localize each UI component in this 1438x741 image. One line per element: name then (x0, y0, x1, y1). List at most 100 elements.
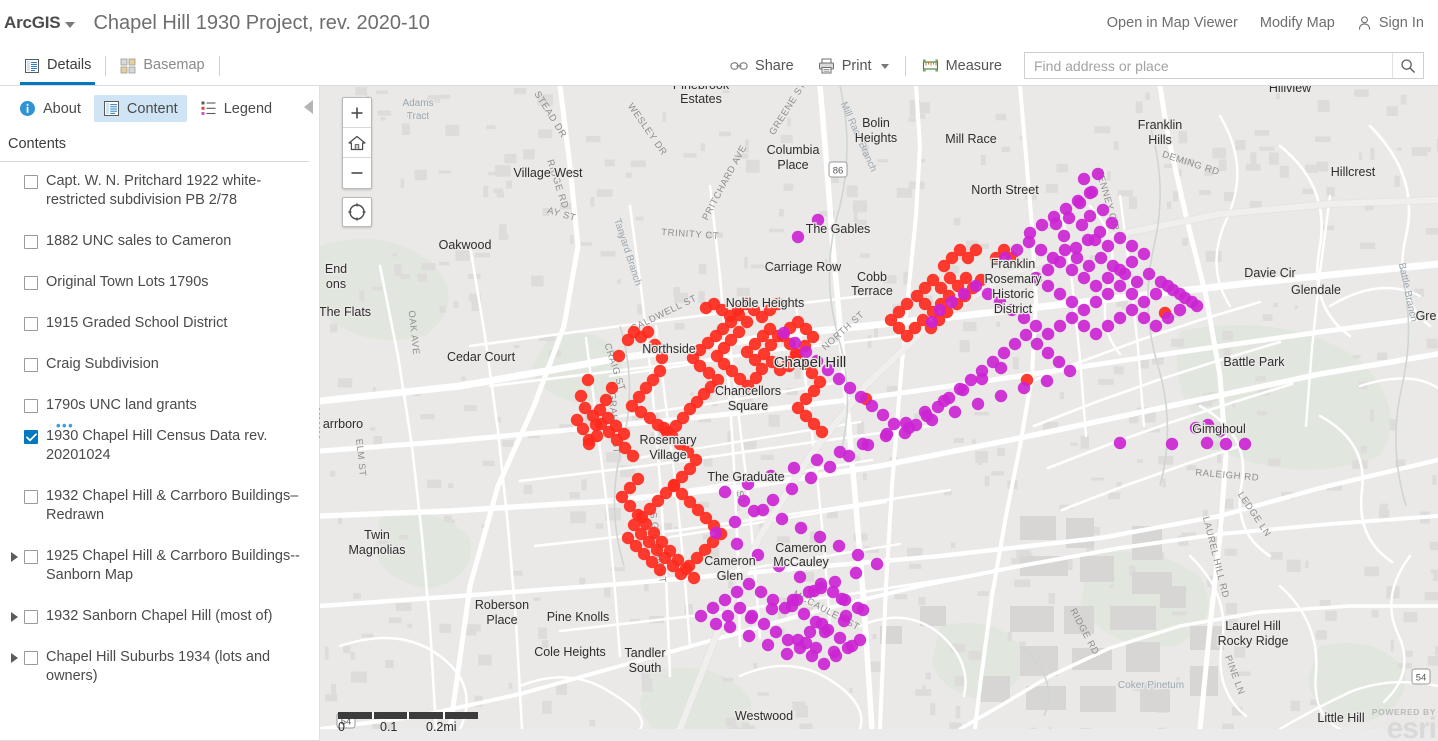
census-data-point[interactable] (839, 609, 853, 623)
census-data-point[interactable] (780, 647, 794, 661)
census-data-point[interactable] (781, 633, 795, 647)
census-data-point[interactable] (899, 416, 913, 430)
census-data-point[interactable] (1105, 216, 1119, 230)
census-data-point[interactable] (1057, 229, 1071, 243)
census-data-point[interactable] (969, 279, 983, 293)
chevron-down-icon[interactable] (65, 21, 76, 28)
census-data-point[interactable] (1017, 381, 1031, 395)
census-data-point[interactable] (1125, 287, 1139, 301)
census-data-point[interactable] (1125, 239, 1139, 253)
census-data-point[interactable] (694, 609, 708, 623)
layer-item[interactable]: 1925 Chapel Hill & Carrboro Buildings--S… (0, 547, 319, 585)
census-data-point[interactable] (975, 372, 989, 386)
census-data-point[interactable] (723, 620, 737, 634)
census-data-point[interactable] (1029, 319, 1043, 333)
expand-layer-triangle-icon[interactable] (11, 552, 18, 562)
census-data-point[interactable] (842, 449, 856, 463)
census-data-point[interactable] (849, 566, 863, 580)
modify-map-link[interactable]: Modify Map (1260, 15, 1335, 31)
census-data-point[interactable] (718, 485, 732, 499)
arcgis-brand-menu[interactable]: ArcGIS (0, 13, 76, 33)
share-button[interactable]: Share (718, 46, 806, 86)
census-data-point[interactable] (1190, 299, 1204, 313)
chevron-down-icon[interactable] (880, 64, 889, 69)
layer-item[interactable]: Original Town Lots 1790s (0, 273, 319, 292)
census-data-point[interactable] (1041, 346, 1055, 360)
census-data-point[interactable] (1137, 295, 1151, 309)
print-button[interactable]: Print (806, 46, 901, 86)
census-data-point[interactable] (1082, 259, 1096, 273)
measure-button[interactable]: Measure (910, 46, 1014, 86)
census-data-point[interactable] (937, 394, 951, 408)
census-data-point[interactable] (997, 346, 1011, 360)
census-data-point[interactable] (814, 577, 828, 591)
census-data-point[interactable] (578, 401, 592, 415)
layer-visibility-checkbox[interactable] (24, 490, 38, 504)
census-data-point[interactable] (1041, 327, 1055, 341)
home-button[interactable] (343, 128, 371, 158)
expand-layer-triangle-icon[interactable] (11, 612, 18, 622)
layer-visibility-checkbox[interactable] (24, 430, 38, 444)
census-data-point[interactable] (785, 482, 799, 496)
census-data-point[interactable] (777, 326, 791, 340)
census-data-point[interactable] (1041, 279, 1055, 293)
census-data-point[interactable] (605, 381, 619, 395)
census-data-point[interactable] (1165, 437, 1179, 451)
census-data-point[interactable] (1200, 436, 1214, 450)
census-data-point[interactable] (994, 389, 1008, 403)
census-data-point[interactable] (925, 315, 939, 329)
census-data-point[interactable] (832, 539, 846, 553)
search-button[interactable] (1392, 53, 1423, 78)
census-data-point[interactable] (1166, 283, 1180, 297)
census-data-point[interactable] (815, 617, 829, 631)
census-data-point[interactable] (851, 548, 865, 562)
census-data-point[interactable] (1083, 186, 1097, 200)
census-data-point[interactable] (971, 397, 985, 411)
census-data-point[interactable] (1113, 436, 1127, 450)
census-data-point[interactable] (948, 405, 962, 419)
census-data-point[interactable] (1149, 319, 1163, 333)
census-data-point[interactable] (766, 493, 780, 507)
census-data-point[interactable] (832, 372, 846, 386)
census-data-point[interactable] (742, 577, 756, 591)
census-data-point[interactable] (667, 479, 681, 493)
layer-item[interactable]: 1882 UNC sales to Cameron (0, 232, 319, 251)
census-data-point[interactable] (791, 230, 805, 244)
layer-item[interactable]: Chapel Hill Suburbs 1934 (lots and owner… (0, 648, 319, 686)
census-data-point[interactable] (1089, 327, 1103, 341)
census-data-point[interactable] (1046, 251, 1060, 265)
census-data-point[interactable] (810, 453, 824, 467)
sidebar-item-legend[interactable]: Legend (191, 95, 281, 122)
census-data-point[interactable] (718, 593, 732, 607)
census-data-point[interactable] (1091, 167, 1105, 181)
census-data-point[interactable] (721, 609, 735, 623)
sidebar-item-about[interactable]: About (10, 95, 90, 122)
census-data-point[interactable] (1059, 202, 1073, 216)
census-data-point[interactable] (1041, 263, 1055, 277)
census-data-point[interactable] (945, 295, 959, 309)
census-data-point[interactable] (1040, 374, 1054, 388)
census-data-point[interactable] (1173, 303, 1187, 317)
census-data-point[interactable] (803, 625, 817, 639)
census-data-point[interactable] (1075, 218, 1089, 232)
census-data-point[interactable] (730, 585, 744, 599)
census-data-point[interactable] (851, 601, 865, 615)
census-data-point[interactable] (740, 315, 754, 329)
census-data-point[interactable] (853, 633, 867, 647)
census-data-point[interactable] (1008, 337, 1022, 351)
census-data-point[interactable] (1101, 239, 1115, 253)
census-data-point[interactable] (612, 349, 626, 363)
census-data-point[interactable] (826, 585, 840, 599)
sidebar-item-content[interactable]: Content (93, 95, 187, 122)
census-data-point[interactable] (1065, 263, 1079, 277)
search-input[interactable] (1025, 53, 1392, 78)
locate-button[interactable] (342, 197, 372, 227)
census-data-point[interactable] (728, 515, 742, 529)
census-data-point[interactable] (1071, 194, 1085, 208)
layer-visibility-checkbox[interactable] (24, 317, 38, 331)
layer-item[interactable]: 1932 Chapel Hill & Carrboro Buildings–Re… (0, 487, 319, 525)
census-data-point[interactable] (793, 570, 807, 584)
census-data-point[interactable] (1063, 364, 1077, 378)
census-data-point[interactable] (841, 641, 855, 655)
census-data-point[interactable] (1077, 172, 1091, 186)
